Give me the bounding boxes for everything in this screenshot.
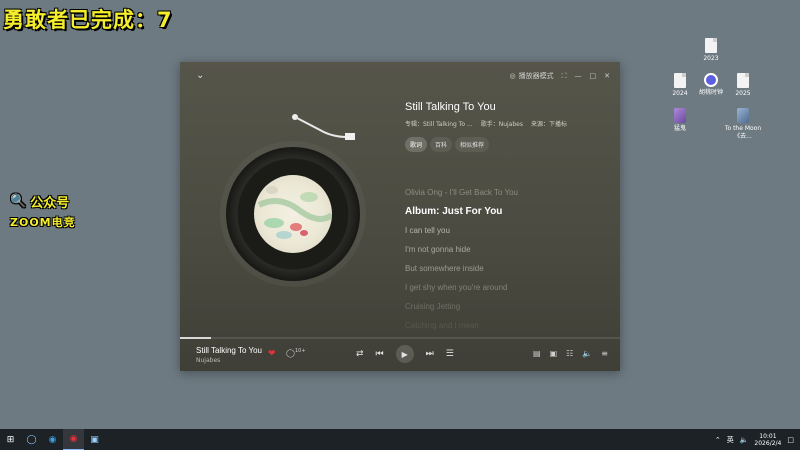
netease-music-icon[interactable]: ◉ bbox=[63, 429, 84, 450]
close-button[interactable]: ✕ bbox=[604, 72, 610, 80]
tray-chevron-icon[interactable]: ⌃ bbox=[715, 436, 721, 444]
overlay-caption: 勇敢者已完成：7 bbox=[3, 8, 173, 32]
album-link[interactable]: 专辑：Still Talking To ... bbox=[405, 119, 473, 128]
queue-icon[interactable]: ≡ bbox=[601, 349, 608, 358]
quality-icon[interactable]: ▤ bbox=[533, 349, 541, 358]
album-art-illustration bbox=[257, 186, 332, 239]
comment-icon: ◯ bbox=[286, 348, 295, 358]
comment-button[interactable]: ◯10+ bbox=[286, 348, 306, 358]
lyric-line-current[interactable]: Album: Just For You bbox=[405, 207, 605, 226]
clock-time: 10:01 bbox=[759, 432, 777, 440]
shuffle-icon[interactable]: ⇄ bbox=[356, 349, 364, 359]
now-playing-artist[interactable]: Nujabes bbox=[196, 357, 220, 364]
speaker-icon[interactable]: 🔈 bbox=[740, 436, 749, 444]
fullscreen-button[interactable]: ⛶ bbox=[562, 72, 567, 81]
lyric-line[interactable]: Olivia Ong - I'll Get Back To You bbox=[405, 188, 605, 207]
tab-wiki[interactable]: 百科 bbox=[430, 137, 453, 152]
clock[interactable]: 10:01 2026/2/4 bbox=[754, 433, 781, 447]
now-playing-title[interactable]: Still Talking To You bbox=[196, 346, 262, 355]
minimize-button[interactable]: — bbox=[575, 72, 582, 80]
game-icon bbox=[737, 108, 749, 123]
player-mode-icon: ◎ bbox=[509, 72, 516, 80]
watermark-line1: 公众号 bbox=[30, 196, 70, 211]
lyrics-toggle-icon[interactable]: ☷ bbox=[566, 349, 573, 358]
desktop-icon-2025[interactable]: 2025 bbox=[721, 73, 765, 98]
next-icon[interactable]: ⏭ bbox=[426, 349, 434, 359]
player-mode-button[interactable]: ◎ 播放器模式 bbox=[509, 71, 553, 81]
tonearm bbox=[292, 114, 355, 140]
tab-similar[interactable]: 相似推荐 bbox=[455, 137, 490, 152]
document-icon bbox=[674, 73, 686, 88]
play-button[interactable]: ▶ bbox=[395, 345, 414, 363]
lyric-line[interactable]: But somewhere inside bbox=[405, 264, 605, 283]
desktop-icon-label: 2023 bbox=[703, 55, 719, 62]
desktop-icon-label: To the Moon《去... bbox=[724, 125, 762, 140]
lyrics-panel: Olivia Ong - I'll Get Back To You Album:… bbox=[405, 188, 605, 340]
artist-link[interactable]: 歌手：Nujabes bbox=[481, 119, 523, 128]
heart-icon[interactable]: ❤ bbox=[268, 349, 276, 359]
desktop-icon-to-the-moon[interactable]: To the Moon《去... bbox=[721, 108, 765, 141]
volume-icon[interactable]: 🔈 bbox=[582, 349, 592, 358]
ime-indicator[interactable]: 英 bbox=[727, 435, 734, 445]
search-icon[interactable]: ◯ bbox=[21, 429, 42, 450]
edge-browser-icon[interactable]: ◉ bbox=[42, 429, 63, 450]
notepad-icon[interactable]: ▣ bbox=[84, 429, 105, 450]
watermark: 🔍 公众号 ZOOM电竞 bbox=[10, 192, 94, 230]
album-art bbox=[254, 175, 332, 253]
tab-lyrics[interactable]: 歌词 bbox=[405, 137, 428, 152]
playback-bar: Still Talking To You Nujabes ❤ ◯10+ ⇄ ⏮ … bbox=[180, 339, 620, 371]
maximize-button[interactable]: □ bbox=[590, 72, 597, 80]
previous-icon[interactable]: ⏮ bbox=[376, 349, 384, 359]
clock-date: 2026/2/4 bbox=[754, 439, 782, 447]
taskbar: ⊞ ◯ ◉ ◉ ▣ ⌃ 英 🔈 10:01 2026/2/4 □ bbox=[0, 429, 800, 450]
lyric-tabs: 歌词 百科 相似推荐 bbox=[405, 137, 490, 152]
playback-controls: ⇄ ⏮ ▶ ⏭ ☰ bbox=[356, 345, 454, 363]
lyric-line[interactable]: I'm not gonna hide bbox=[405, 245, 605, 264]
player-mode-label: 播放器模式 bbox=[518, 72, 554, 80]
comment-count: 10+ bbox=[294, 348, 306, 354]
desktop-icon-label: 胡桃时钟 bbox=[698, 89, 723, 96]
document-icon bbox=[737, 73, 749, 88]
play-icon: ▶ bbox=[401, 349, 408, 359]
desktop-icon-label: 2024 bbox=[672, 90, 688, 97]
extra-controls: ▤ ▣ ☷ 🔈 ≡ bbox=[533, 349, 608, 358]
windows-start-icon[interactable]: ⊞ bbox=[0, 429, 21, 450]
game-icon bbox=[674, 108, 686, 123]
playlist-icon[interactable]: ☰ bbox=[446, 349, 454, 359]
music-player-window: ⌄ ◎ 播放器模式 ⛶ — □ ✕ Still Talking To You 专辑… bbox=[180, 62, 620, 371]
magnifier-icon: 🔍 bbox=[10, 194, 27, 209]
lyric-line[interactable]: I can tell you bbox=[405, 226, 605, 245]
system-tray: ⌃ 英 🔈 10:01 2026/2/4 □ bbox=[715, 429, 794, 450]
source-link[interactable]: 来源：下播标 bbox=[531, 119, 567, 128]
watermark-line2: ZOOM电竞 bbox=[10, 216, 76, 229]
clock-app-icon bbox=[704, 73, 718, 87]
notification-icon[interactable]: □ bbox=[787, 436, 794, 444]
desktop-icon-label: 猛鬼 bbox=[673, 125, 686, 132]
desktop-icon-2023[interactable]: 2023 bbox=[689, 38, 733, 63]
window-controls: ◎ 播放器模式 ⛶ — □ ✕ bbox=[509, 71, 610, 81]
song-meta: 专辑：Still Talking To ... 歌手：Nujabes 来源：下播… bbox=[405, 119, 567, 128]
document-icon bbox=[705, 38, 717, 53]
collapse-button[interactable]: ⌄ bbox=[196, 70, 204, 81]
desktop-icon-label: 2025 bbox=[735, 90, 751, 97]
desktop-icon-game[interactable]: 猛鬼 bbox=[658, 108, 702, 133]
song-title: Still Talking To You bbox=[405, 101, 496, 113]
sound-effect-icon[interactable]: ▣ bbox=[550, 349, 558, 358]
lyric-line[interactable]: Cruising Jetting bbox=[405, 302, 605, 321]
lyric-line[interactable]: I get shy when you're around bbox=[405, 283, 605, 302]
